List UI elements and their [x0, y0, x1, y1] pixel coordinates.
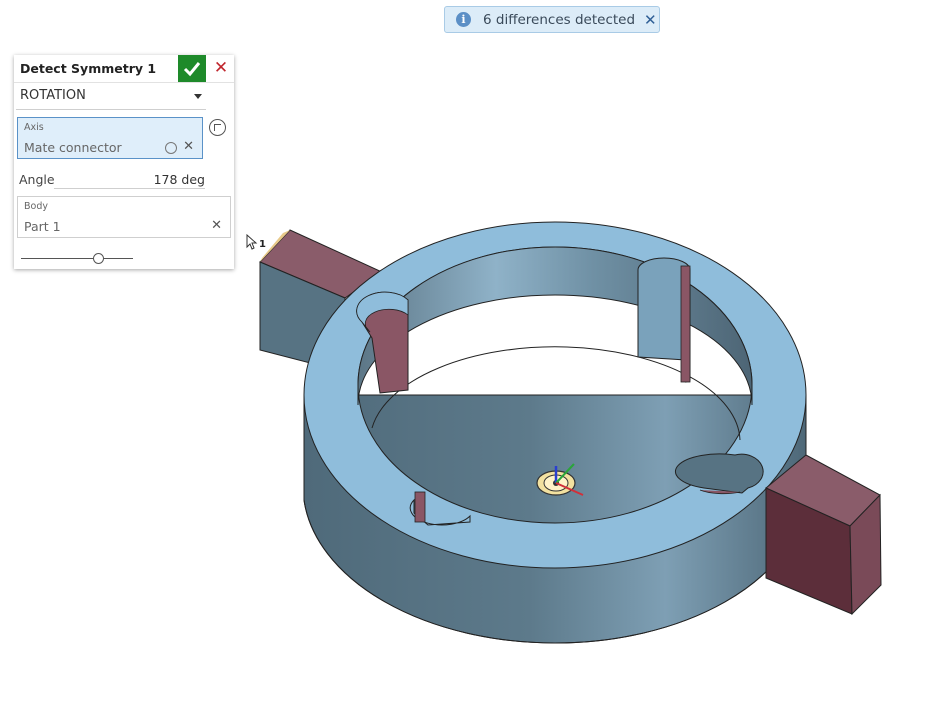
angle-label: Angle: [19, 172, 55, 187]
angle-input-underline: [54, 188, 205, 189]
axis-field[interactable]: Axis Mate connector ✕: [17, 117, 203, 159]
right-tab-difference: [765, 454, 882, 616]
symmetry-type-select[interactable]: ROTATION: [16, 85, 206, 110]
cancel-button[interactable]: ✕: [212, 58, 230, 78]
clear-axis-icon[interactable]: ✕: [183, 139, 194, 154]
checkmark-icon: [183, 62, 201, 77]
body-value: Part 1: [24, 219, 61, 234]
accept-button[interactable]: [178, 55, 206, 82]
notification-message: 6 differences detected: [483, 12, 636, 28]
axis-label: Axis: [24, 122, 44, 133]
detect-symmetry-dialog: Detect Symmetry 1 ✕ ROTATION Axis Mate c…: [14, 55, 234, 269]
mate-connector-create-icon[interactable]: [209, 119, 226, 136]
differences-notification: i 6 differences detected ✕: [444, 6, 660, 33]
caret-down-icon: [194, 94, 202, 99]
mate-connector-icon[interactable]: [165, 142, 177, 154]
body-label: Body: [24, 201, 48, 212]
cursor-badge: 1: [259, 239, 266, 250]
slot-back-right: [637, 257, 691, 383]
clear-body-icon[interactable]: ✕: [211, 218, 222, 233]
symmetry-type-value: ROTATION: [20, 88, 86, 103]
slider-track[interactable]: [21, 258, 133, 259]
info-icon: i: [456, 12, 471, 27]
mouse-pointer-icon: [246, 234, 258, 250]
slider-thumb[interactable]: [93, 253, 105, 264]
axis-value: Mate connector: [24, 140, 122, 155]
divider: [14, 82, 234, 83]
dialog-title: Detect Symmetry 1: [20, 61, 157, 76]
close-icon[interactable]: ✕: [644, 11, 657, 29]
body-field[interactable]: Body Part 1 ✕: [17, 196, 231, 238]
angle-input[interactable]: 178 deg: [154, 172, 205, 187]
